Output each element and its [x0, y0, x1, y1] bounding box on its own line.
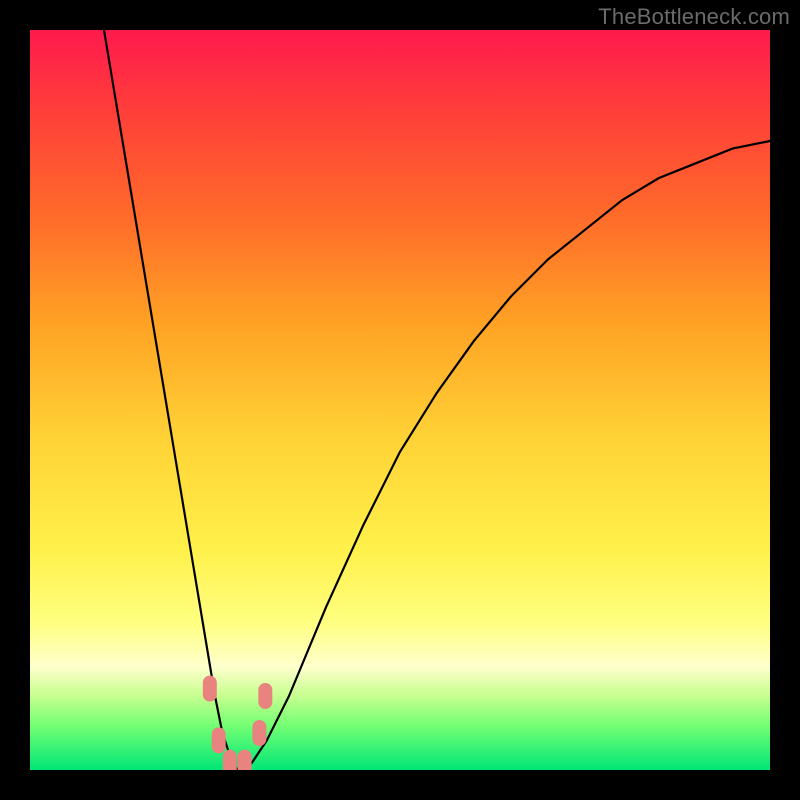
bottleneck-curve — [30, 30, 770, 770]
curve-marker — [223, 750, 237, 770]
curve-marker — [203, 676, 217, 702]
curve-marker — [238, 750, 252, 770]
curve-marker — [212, 727, 226, 753]
attribution-label: TheBottleneck.com — [598, 4, 790, 30]
curve-marker — [258, 683, 272, 709]
chart-plot-area — [30, 30, 770, 770]
curve-marker — [252, 720, 266, 746]
